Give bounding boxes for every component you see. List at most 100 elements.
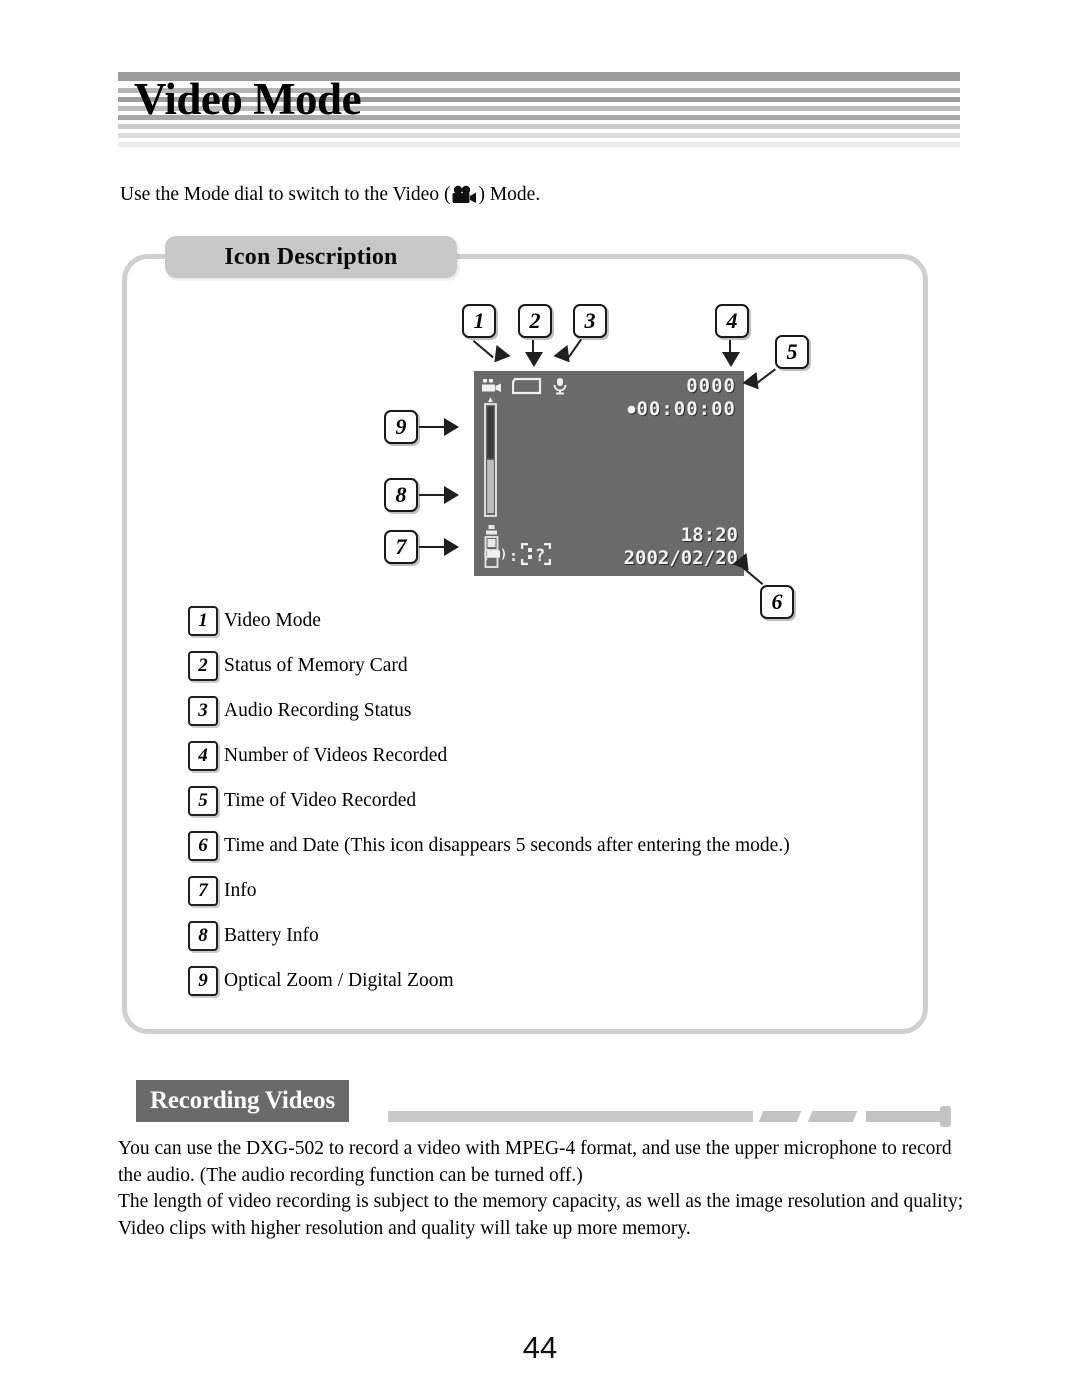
icon-description-tab-label: Icon Description (224, 244, 398, 270)
legend-number-box-9: 9 (188, 966, 218, 996)
legend-number-5: 5 (198, 790, 208, 811)
callout-box-3: 3 (573, 304, 607, 338)
svg-text:?: ? (535, 546, 545, 565)
legend-number-box-5: 5 (188, 786, 218, 816)
section-rule-dash (758, 1111, 802, 1122)
legend-label-4: Number of Videos Recorded (224, 745, 448, 766)
icon-legend-list: 1 Video Mode 2 Status of Memory Card 3 A… (188, 604, 908, 1009)
callout-arrow-7 (444, 538, 459, 556)
elapsed-time-row: ●00:00:00 (628, 398, 736, 421)
video-count: 0000 (686, 375, 736, 397)
lcd-info-group: ( ) : ? (482, 542, 552, 569)
zoom-slider-icon (484, 397, 497, 524)
intro-sentence: Use the Mode dial to switch to the Video… (120, 182, 540, 213)
banner-stripe (118, 133, 960, 138)
legend-label-8: Battery Info (224, 925, 319, 946)
section-heading-box: Recording Videos (136, 1080, 349, 1122)
callout-box-9: 9 (384, 410, 418, 444)
legend-number-box-6: 6 (188, 831, 218, 861)
callout-number-1: 1 (473, 308, 485, 333)
legend-label-1: Video Mode (224, 610, 321, 631)
intro-text-after: ) Mode. (478, 184, 541, 205)
legend-item: 4 Number of Videos Recorded (188, 739, 908, 784)
legend-number-box-4: 4 (188, 741, 218, 771)
video-camera-icon (482, 378, 502, 399)
callout-number-3: 3 (584, 308, 596, 333)
lcd-diagram: 0000 ●00:00:00 (: ? 18:20 2002/02/20 1 … (122, 254, 928, 619)
legend-item: 3 Audio Recording Status (188, 694, 908, 739)
section-rule-tip (866, 1111, 944, 1122)
info-separator: : (509, 547, 519, 565)
callout-leader-7 (419, 546, 445, 548)
microphone-icon (552, 377, 568, 400)
legend-item: 9 Optical Zoom / Digital Zoom (188, 964, 908, 1009)
callout-box-4: 4 (715, 304, 749, 338)
legend-number-box-2: 2 (188, 651, 218, 681)
legend-number-1: 1 (198, 610, 208, 631)
legend-item: 2 Status of Memory Card (188, 649, 908, 694)
section-rule-bar (388, 1111, 753, 1122)
svg-text:): ) (500, 547, 506, 561)
legend-number-2: 2 (198, 655, 208, 676)
callout-arrow-8 (444, 486, 459, 504)
callout-arrow-1 (487, 345, 511, 368)
callout-number-2: 2 (529, 308, 541, 333)
callout-box-7: 7 (384, 530, 418, 564)
callout-box-1: 1 (462, 304, 496, 338)
section-header-recording-videos: Recording Videos (118, 1080, 960, 1127)
legend-item: 8 Battery Info (188, 919, 908, 964)
lcd-time-date-group: 18:20 2002/02/20 (624, 524, 738, 570)
icon-description-tab: Icon Description (165, 236, 457, 278)
callout-number-9: 9 (395, 414, 407, 439)
section-rule-cap (940, 1106, 951, 1127)
callout-arrow-2 (525, 352, 543, 367)
resolution-frame-question-icon: ? (520, 542, 552, 569)
memory-card-icon (511, 377, 542, 400)
callout-box-2: 2 (518, 304, 552, 338)
banner-stripe (118, 142, 960, 147)
legend-number-3: 3 (198, 700, 208, 721)
legend-number-box-3: 3 (188, 696, 218, 726)
callout-leader-8 (419, 494, 445, 496)
legend-number-box-8: 8 (188, 921, 218, 951)
legend-label-7: Info (224, 880, 257, 901)
callout-box-8: 8 (384, 478, 418, 512)
legend-item: 7 Info (188, 874, 908, 919)
legend-item: 5 Time of Video Recorded (188, 784, 908, 829)
callout-arrow-4 (722, 352, 740, 367)
battery-bracket-icon: ( ) (482, 547, 507, 565)
elapsed-time: 00:00:00 (636, 398, 736, 420)
page-title-banner: Video Mode (118, 72, 960, 147)
legend-number-box-7: 7 (188, 876, 218, 906)
callout-number-8: 8 (395, 482, 407, 507)
lcd-screen: 0000 ●00:00:00 (: ? 18:20 2002/02/20 (474, 371, 744, 576)
intro-text-before: Use the Mode dial to switch to the Video… (120, 184, 451, 205)
legend-number-7: 7 (198, 880, 208, 901)
page-title: Video Mode (134, 74, 362, 124)
callout-number-4: 4 (726, 308, 738, 333)
lcd-counter-group: 0000 ●00:00:00 (628, 375, 736, 421)
section-rule-dash (807, 1111, 858, 1122)
legend-item: 6 Time and Date (This icon disappears 5 … (188, 829, 908, 874)
video-camera-icon (451, 185, 477, 213)
section-heading-label: Recording Videos (150, 1087, 335, 1114)
legend-label-5: Time of Video Recorded (224, 790, 417, 811)
callout-box-5: 5 (775, 335, 809, 369)
callout-number-5: 5 (786, 339, 798, 364)
callout-leader-9 (419, 426, 445, 428)
callout-arrow-5 (742, 372, 766, 395)
legend-label-3: Audio Recording Status (224, 700, 412, 721)
recording-videos-body: You can use the DXG-502 to record a vide… (118, 1136, 968, 1242)
recording-videos-paragraph-1: You can use the DXG-502 to record a vide… (118, 1138, 952, 1186)
page-number: 44 (522, 1330, 558, 1365)
clock-time: 18:20 (680, 524, 738, 546)
legend-label-2: Status of Memory Card (224, 655, 408, 676)
recording-videos-paragraph-2: The length of video recording is subject… (118, 1191, 964, 1239)
callout-number-7: 7 (395, 534, 407, 559)
clock-date: 2002/02/20 (623, 547, 738, 569)
legend-number-4: 4 (198, 745, 208, 766)
legend-number-8: 8 (198, 925, 208, 946)
legend-item: 1 Video Mode (188, 604, 908, 649)
legend-number-box-1: 1 (188, 606, 218, 636)
legend-number-6: 6 (198, 835, 208, 856)
